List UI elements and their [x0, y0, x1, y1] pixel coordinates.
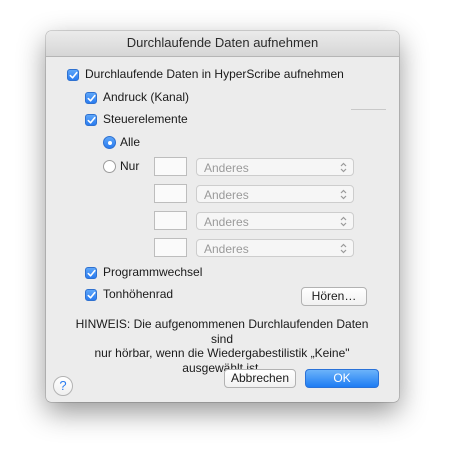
chevron-updown-icon — [340, 162, 347, 173]
chevron-updown-icon — [340, 243, 347, 254]
controller-popup-value: Anderes — [204, 242, 249, 256]
steuerelemente-label: Steuerelemente — [103, 112, 188, 126]
help-icon[interactable]: ? — [53, 376, 73, 396]
andruck-checkbox[interactable] — [85, 92, 97, 104]
controller-popup-value: Anderes — [204, 188, 249, 202]
programmwechsel-label: Programmwechsel — [103, 265, 203, 279]
chevron-updown-icon — [340, 189, 347, 200]
radio-nur-label: Nur — [120, 159, 140, 173]
hint-line-2: nur hörbar, wenn die Wiedergabestilistik… — [94, 346, 350, 360]
dialog-title: Durchlaufende Daten aufnehmen — [126, 35, 319, 50]
check-icon — [87, 116, 96, 124]
andruck-label: Andruck (Kanal) — [103, 90, 190, 104]
check-icon — [87, 269, 96, 277]
controller-popup-4[interactable]: Anderes — [196, 239, 354, 257]
controller-popup-2[interactable]: Anderes — [196, 185, 354, 203]
dialog-window: Durchlaufende Daten aufnehmen Durchlaufe… — [46, 31, 399, 402]
hint-text: HINWEIS: Die aufgenommenen Durchlaufende… — [64, 317, 380, 375]
programmwechsel-checkbox[interactable] — [85, 267, 97, 279]
controller-number-field-4[interactable] — [154, 238, 187, 257]
ok-button[interactable]: OK — [305, 369, 379, 388]
controller-number-field-1[interactable] — [154, 157, 187, 176]
controller-popup-value: Anderes — [204, 161, 249, 175]
radio-alle[interactable] — [103, 136, 116, 149]
controller-popup-3[interactable]: Anderes — [196, 212, 354, 230]
controller-popup-value: Anderes — [204, 215, 249, 229]
check-icon — [87, 94, 96, 102]
check-icon — [69, 71, 78, 79]
hint-line-1: HINWEIS: Die aufgenommenen Durchlaufende… — [75, 317, 369, 346]
chevron-updown-icon — [340, 216, 347, 227]
tonhoehenrad-checkbox[interactable] — [85, 289, 97, 301]
steuerelemente-checkbox[interactable] — [85, 114, 97, 126]
separator-line — [351, 109, 386, 110]
hoeren-button[interactable]: Hören… — [301, 287, 367, 306]
check-icon — [87, 291, 96, 299]
radio-nur[interactable] — [103, 160, 116, 173]
controller-number-field-2[interactable] — [154, 184, 187, 203]
cancel-button[interactable]: Abbrechen — [224, 369, 296, 388]
radio-alle-label: Alle — [120, 135, 141, 149]
main-checkbox[interactable] — [67, 69, 79, 81]
tonhoehenrad-label: Tonhöhenrad — [103, 287, 174, 301]
controller-number-field-3[interactable] — [154, 211, 187, 230]
title-bar: Durchlaufende Daten aufnehmen — [46, 31, 399, 57]
main-checkbox-label: Durchlaufende Daten in HyperScribe aufne… — [85, 67, 344, 81]
controller-popup-1[interactable]: Anderes — [196, 158, 354, 176]
